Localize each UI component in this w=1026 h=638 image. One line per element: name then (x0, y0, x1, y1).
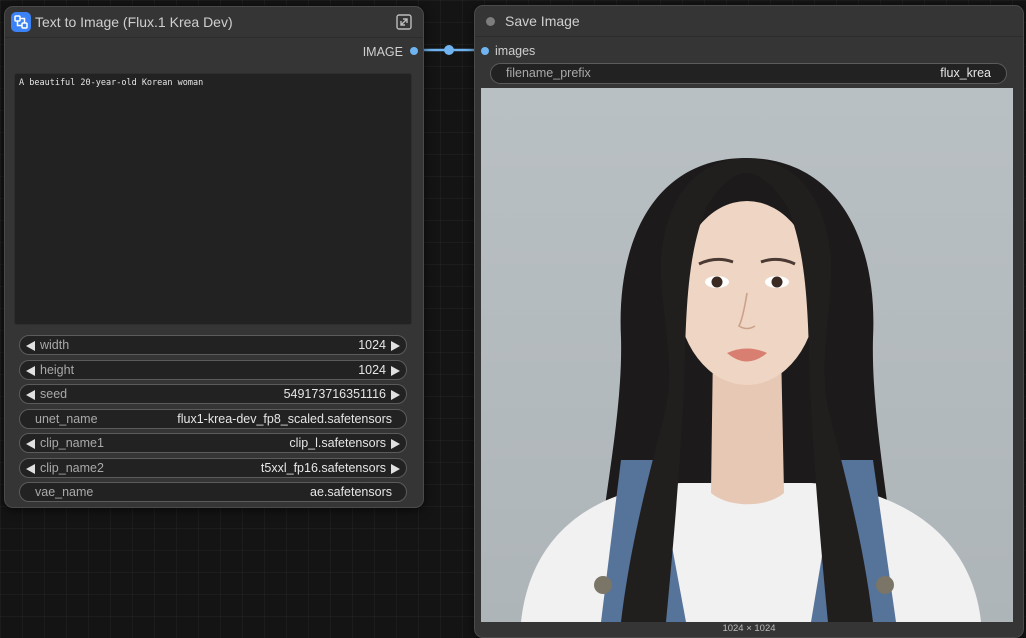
widget-label: width (40, 338, 70, 352)
widget-label: clip_name2 (40, 461, 104, 475)
widget-label: clip_name1 (40, 436, 104, 450)
text-to-image-node[interactable]: Text to Image (Flux.1 Krea Dev) IMAGE A … (4, 6, 424, 508)
seed-widget[interactable]: seed 549173716351116 (19, 384, 407, 404)
output-slot-dot[interactable] (410, 47, 418, 55)
clip-name2-widget[interactable]: clip_name2 t5xxl_fp16.safetensors (19, 458, 407, 478)
arrow-right-icon[interactable] (391, 366, 400, 376)
arrow-right-icon[interactable] (391, 464, 400, 474)
arrow-left-icon[interactable] (26, 366, 35, 376)
save-image-node[interactable]: Save Image images filename_prefix flux_k… (474, 5, 1024, 638)
width-widget[interactable]: width 1024 (19, 335, 407, 355)
arrow-left-icon[interactable] (26, 341, 35, 351)
input-slot-label: images (495, 44, 536, 58)
input-slot-dot[interactable] (481, 47, 489, 55)
widget-value: ae.safetensors (310, 485, 392, 499)
arrow-right-icon[interactable] (391, 439, 400, 449)
clip-name1-widget[interactable]: clip_name1 clip_l.safetensors (19, 433, 407, 453)
arrow-left-icon[interactable] (26, 464, 35, 474)
arrow-right-icon[interactable] (391, 341, 400, 351)
widget-label: vae_name (35, 485, 94, 499)
arrow-left-icon[interactable] (26, 390, 35, 400)
subgraph-icon[interactable] (11, 12, 31, 32)
prompt-textarea[interactable]: A beautiful 20-year-old Korean woman (14, 73, 412, 325)
widget-value: 1024 (358, 363, 386, 377)
filename-prefix-widget[interactable]: filename_prefix flux_krea (490, 63, 1007, 84)
widget-value: clip_l.safetensors (289, 436, 386, 450)
image-preview[interactable] (481, 88, 1013, 622)
widget-value: flux1-krea-dev_fp8_scaled.safetensors (177, 412, 392, 426)
height-widget[interactable]: height 1024 (19, 360, 407, 380)
arrow-right-icon[interactable] (391, 390, 400, 400)
node-header[interactable]: Text to Image (Flux.1 Krea Dev) (5, 7, 423, 38)
widget-value: 549173716351116 (283, 387, 386, 401)
unet-name-widget[interactable]: unet_name flux1-krea-dev_fp8_scaled.safe… (19, 409, 407, 429)
node-header[interactable]: Save Image (475, 6, 1023, 37)
widget-value: flux_krea (940, 66, 991, 80)
portrait-image (481, 88, 1013, 622)
expand-icon[interactable] (395, 13, 413, 31)
status-dot-icon[interactable] (486, 17, 495, 26)
widget-label: unet_name (35, 412, 98, 426)
widget-value: t5xxl_fp16.safetensors (260, 461, 386, 475)
widget-label: height (40, 363, 75, 377)
output-slot-label: IMAGE (362, 45, 403, 59)
node-title: Text to Image (Flux.1 Krea Dev) (35, 14, 233, 30)
widget-value: 1024 (358, 338, 386, 352)
widget-label: filename_prefix (506, 66, 591, 80)
image-size-caption: 1024 × 1024 (722, 623, 776, 634)
arrow-left-icon[interactable] (26, 439, 35, 449)
vae-name-widget[interactable]: vae_name ae.safetensors (19, 482, 407, 502)
widget-label: seed (40, 387, 68, 401)
node-title: Save Image (505, 13, 580, 29)
